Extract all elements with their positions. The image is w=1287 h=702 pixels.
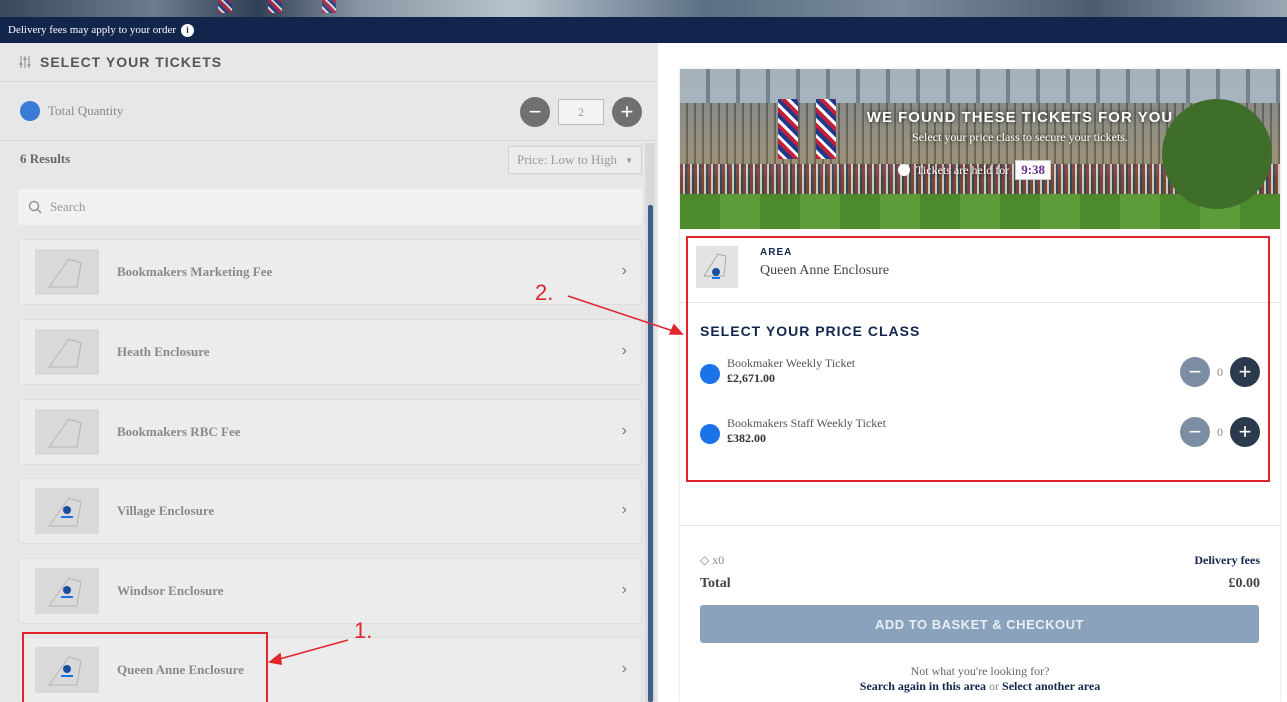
ticket-tag-icon: ◇ <box>700 553 710 567</box>
area-map-thumbnail <box>35 488 99 534</box>
scrollbar-thumb[interactable] <box>648 205 653 702</box>
add-to-basket-checkout-button[interactable]: ADD TO BASKET & CHECKOUT <box>700 605 1259 643</box>
hold-timer: Tickets are held for 9:38 <box>898 160 1052 180</box>
hero-image: WE FOUND THESE TICKETS FOR YOU Select yo… <box>680 69 1280 229</box>
clock-icon <box>898 164 910 176</box>
delivery-notice-text: Delivery fees may apply to your order <box>8 24 176 36</box>
area-card-name: Village Enclosure <box>117 503 215 518</box>
area-map-thumbnail <box>35 409 99 455</box>
chevron-right-icon: › <box>621 660 627 677</box>
results-bar: 6 Results Price: Low to High ▼ <box>0 142 656 182</box>
total-quantity-row: Total Quantity − 2 + <box>0 81 656 141</box>
hold-timer-label: Tickets are held for <box>916 162 1010 177</box>
chevron-right-icon: › <box>621 422 627 439</box>
area-map-thumbnail <box>35 249 99 295</box>
quantity-dot-icon <box>20 101 40 121</box>
ticket-count-value: x0 <box>712 553 725 567</box>
chevron-right-icon: › <box>621 581 627 598</box>
delivery-fees-link[interactable]: Delivery fees <box>1194 553 1260 568</box>
area-card[interactable]: Bookmakers RBC Fee › <box>18 399 642 465</box>
chevron-right-icon: › <box>621 342 627 359</box>
info-icon[interactable]: i <box>181 23 194 37</box>
search-again-link[interactable]: Search again in this area <box>860 679 986 693</box>
annotation-box-price-class <box>686 236 1270 482</box>
search-icon <box>28 200 42 214</box>
select-tickets-header: SELECT YOUR TICKETS <box>0 43 656 81</box>
area-search-input[interactable]: Search <box>18 189 642 225</box>
not-looking-text: Not what you're looking for? <box>910 664 1050 678</box>
annotation-label-one: 1. <box>354 618 373 643</box>
annotation-label-two: 2. <box>535 280 554 305</box>
search-placeholder: Search <box>50 199 86 214</box>
area-card-name: Bookmakers RBC Fee <box>117 424 241 439</box>
ticket-selection-panel: SELECT YOUR TICKETS Total Quantity − 2 +… <box>0 43 658 702</box>
area-card[interactable]: Village Enclosure › <box>18 478 642 544</box>
annotation-box-queen-anne <box>22 632 268 702</box>
area-card-name: Windsor Enclosure <box>117 583 224 598</box>
quantity-input[interactable]: 2 <box>558 99 604 125</box>
quantity-decrease-button[interactable]: − <box>520 97 550 127</box>
sort-selected-value: Price: Low to High <box>517 152 618 167</box>
search-again-row: Search again in this area or Select anot… <box>680 679 1280 694</box>
quantity-increase-button[interactable]: + <box>612 97 642 127</box>
area-card-name: Bookmakers Marketing Fee <box>117 264 273 279</box>
select-tickets-title: SELECT YOUR TICKETS <box>40 54 223 70</box>
total-quantity-label: Total Quantity <box>48 103 124 118</box>
area-map-thumbnail <box>35 329 99 375</box>
quantity-stepper: − 2 + <box>520 97 642 127</box>
select-another-area-link[interactable]: Select another area <box>1002 679 1100 693</box>
chevron-right-icon: › <box>621 501 627 518</box>
ticket-count: ◇ x0 <box>700 553 724 568</box>
total-value: £0.00 <box>1228 576 1261 591</box>
delivery-notice-bar: Delivery fees may apply to your order i <box>0 17 1287 43</box>
sort-dropdown[interactable]: Price: Low to High ▼ <box>508 146 642 174</box>
area-card-name: Heath Enclosure <box>117 344 210 359</box>
results-count: 6 Results <box>20 151 71 166</box>
hold-timer-value: 9:38 <box>1015 160 1052 180</box>
header-photo-strip <box>0 0 1287 17</box>
area-card[interactable]: Heath Enclosure › <box>18 319 642 385</box>
or-text: or <box>989 679 1000 693</box>
sliders-icon <box>19 56 31 68</box>
chevron-right-icon: › <box>621 262 627 279</box>
hero-subtitle: Select your price class to secure your t… <box>912 130 1128 144</box>
chevron-down-icon: ▼ <box>625 155 633 165</box>
hero-title: WE FOUND THESE TICKETS FOR YOU <box>866 109 1174 126</box>
total-label: Total <box>700 576 731 591</box>
area-card[interactable]: Windsor Enclosure › <box>18 558 642 624</box>
area-map-thumbnail <box>35 568 99 614</box>
divider <box>680 525 1280 526</box>
